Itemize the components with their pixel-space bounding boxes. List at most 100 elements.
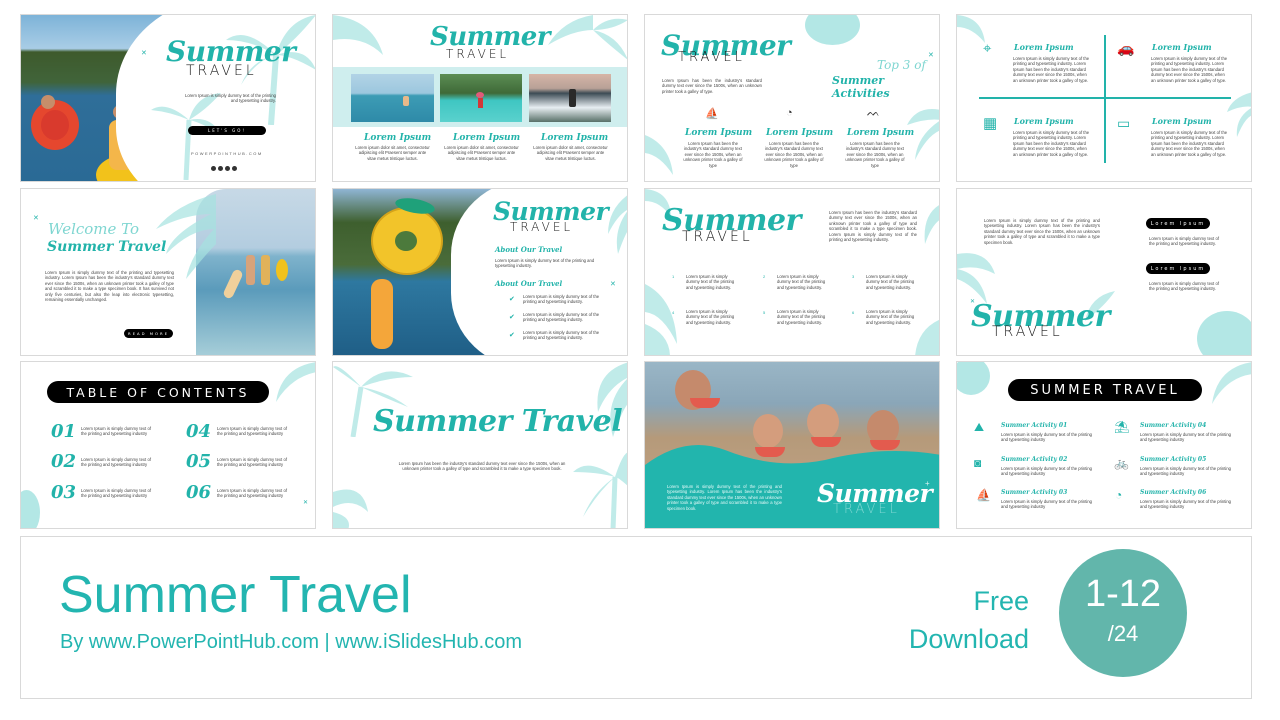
activity-title: Summer Activity 01	[1001, 422, 1068, 429]
close-x-decoration: ✕	[141, 50, 147, 57]
item-text: Lorem Ipsum has been the industry's stan…	[764, 141, 824, 168]
twitter-icon[interactable]	[225, 166, 230, 171]
number-badge: 2	[763, 274, 766, 279]
car-luggage-icon: 🚗	[1117, 40, 1135, 56]
slide-thumbnail-9[interactable]: TABLE OF CONTENTS 01 Lorem Ipsum is simp…	[20, 361, 316, 529]
item-text: Lorem Ipsum is simply dummy text of the …	[777, 274, 826, 290]
toc-text: Lorem Ipsum is simply dummy text of the …	[81, 488, 151, 499]
number-badge: 3	[852, 274, 855, 279]
instagram-icon[interactable]	[211, 166, 216, 171]
section-heading: About Our Travel	[495, 279, 563, 288]
item-text: Lorem Ipsum is simply dummy text of the …	[686, 309, 735, 325]
slide-thumbnail-1[interactable]: Summer TRAVEL Lorem Ipsum is simply dumm…	[20, 14, 316, 182]
slide-body: Lorem Ipsum is simply dummy text of the …	[667, 484, 782, 511]
quadrant-text: Lorem Ipsum is simply dummy text of the …	[1013, 56, 1090, 83]
monstera-leaf-decoration	[805, 15, 860, 45]
check-item-text: Lorem Ipsum is simply dummy text of the …	[523, 294, 600, 305]
surf-photo	[529, 74, 611, 122]
social-icons	[211, 166, 237, 171]
slide-description: Lorem Ipsum is simply dummy text of the …	[185, 93, 276, 104]
toc-text: Lorem Ipsum is simply dummy text of the …	[217, 488, 287, 499]
item-title: Lorem Ipsum	[766, 128, 834, 138]
monstera-leaf-decoration	[21, 490, 40, 528]
mountain-sun-icon: ⛰	[974, 420, 985, 434]
activity-title: Summer Activity 06	[1140, 489, 1207, 496]
camera-icon: ◙	[974, 456, 982, 470]
palm-leaf-decoration	[645, 135, 673, 175]
section-heading-line1: Top 3 of	[877, 58, 926, 72]
slide-body: Lorem Ipsum has been the industry's stan…	[398, 461, 566, 472]
pinterest-icon[interactable]	[232, 166, 237, 171]
check-circle-icon: ✔	[509, 314, 515, 321]
quadrant-text: Lorem Ipsum is simply dummy text of the …	[1013, 130, 1090, 157]
toc-text: Lorem Ipsum is simply dummy text of the …	[81, 426, 151, 437]
card-text: Lorem ipsum dolor sit amet, consectetur …	[355, 145, 430, 161]
intro-text: Lorem Ipsum is simply dummy text of the …	[984, 218, 1100, 245]
number-badge: 5	[763, 310, 766, 315]
lagoon-photo	[440, 74, 522, 122]
activity-title: Summer Activity 05	[1140, 456, 1207, 463]
slide-title: Summer Travel	[373, 404, 623, 439]
palm-tree-decoration	[548, 15, 627, 60]
item-text: Lorem Ipsum is simply dummy text of the …	[777, 309, 826, 325]
section-heading: About Our Travel	[495, 245, 563, 254]
slide-subtitle: TRAVEL	[510, 220, 574, 234]
slide-thumbnail-5[interactable]: Welcome To Summer Travel Lorem Ipsum is …	[20, 188, 316, 356]
pill-text: Lorem Ipsum is simply dummy text of the …	[1149, 281, 1219, 292]
quadrant-text: Lorem Ipsum is simply dummy text of the …	[1151, 56, 1228, 83]
activity-text: Lorem Ipsum is simply dummy text of the …	[1140, 499, 1231, 510]
check-circle-icon: ✔	[509, 332, 515, 339]
free-download-label[interactable]: Free Download	[909, 582, 1029, 658]
slide-subtitle: TRAVEL	[992, 324, 1063, 340]
lets-go-button[interactable]: LET'S GO!	[188, 126, 266, 135]
item-title: Lorem Ipsum	[685, 128, 753, 138]
activity-text: Lorem Ipsum is simply dummy text of the …	[1001, 466, 1092, 477]
toc-text: Lorem Ipsum is simply dummy text of the …	[81, 457, 151, 468]
slide-thumbnail-8[interactable]: Lorem Ipsum is simply dummy text of the …	[956, 188, 1252, 356]
badge-range: 1-12	[1084, 573, 1162, 615]
slide-subtitle: TRAVEL	[833, 502, 900, 517]
toc-number: 01	[51, 421, 77, 442]
quadrant-text: Lorem Ipsum is simply dummy text of the …	[1151, 130, 1228, 157]
item-text: Lorem Ipsum is simply dummy text of the …	[866, 309, 915, 325]
download-label: Download	[908, 624, 1029, 654]
item-text: Lorem Ipsum has been the industry's stan…	[683, 141, 743, 168]
bikini-icon: ᨓ	[867, 107, 881, 119]
close-x-decoration: ✕	[33, 215, 39, 222]
check-item-text: Lorem Ipsum is simply dummy text of the …	[523, 330, 600, 341]
slide-thumbnail-12[interactable]: SUMMER TRAVEL ⛰ Summer Activity 01 Lorem…	[956, 361, 1252, 529]
lorem-ipsum-pill: Lorem Ipsum	[1146, 263, 1210, 274]
slide-thumbnail-11[interactable]: Lorem Ipsum is simply dummy text of the …	[644, 361, 940, 529]
palm-tree-decoration	[573, 452, 627, 528]
number-badge: 1	[672, 274, 675, 279]
toc-text: Lorem Ipsum is simply dummy text of the …	[217, 426, 287, 437]
slide-thumbnail-6[interactable]: Summer TRAVEL About Our Travel Lorem Ips…	[332, 188, 628, 356]
toc-number: 06	[186, 482, 212, 503]
slide-thumbnail-4[interactable]: ⌖ Lorem Ipsum Lorem Ipsum is simply dumm…	[956, 14, 1252, 182]
activity-text: Lorem Ipsum is simply dummy text of the …	[1140, 432, 1231, 443]
read-more-button[interactable]: READ MORE	[124, 329, 173, 338]
free-label: Free	[973, 586, 1029, 616]
slide-subtitle: TRAVEL	[446, 47, 510, 61]
slide-thumbnail-10[interactable]: Summer Travel Lorem Ipsum has been the i…	[332, 361, 628, 529]
palm-leaf-decoration	[924, 205, 939, 244]
card-title: Lorem Ipsum	[364, 133, 432, 143]
welcome-heading-line1: Welcome To	[48, 220, 140, 238]
toc-number: 05	[186, 451, 212, 472]
activity-title: Summer Activity 02	[1001, 456, 1068, 463]
toc-number: 03	[51, 482, 77, 503]
item-text: Lorem Ipsum is simply dummy text of the …	[686, 274, 735, 290]
monstera-leaf-decoration	[1197, 311, 1251, 355]
banner-subtitle[interactable]: By www.PowerPointHub.com | www.iSlidesHu…	[60, 631, 522, 654]
wallet-icon: ▭	[1117, 115, 1131, 131]
slide-thumbnail-7[interactable]: Summer TRAVEL Lorem Ipsum has been the i…	[644, 188, 940, 356]
snorkel-icon: ◔	[1115, 488, 1123, 502]
slide-subtitle: TRAVEL	[678, 50, 745, 65]
facebook-icon[interactable]	[218, 166, 223, 171]
table-of-contents-heading: TABLE OF CONTENTS	[47, 381, 269, 403]
slide-thumbnail-2[interactable]: Summer TRAVEL Lorem Ipsum Lorem ipsum do…	[332, 14, 628, 182]
card-text: Lorem ipsum dolor sit amet, consectetur …	[444, 145, 519, 161]
quadrant-title: Lorem Ipsum	[1014, 116, 1074, 126]
palm-tree-decoration	[957, 253, 995, 304]
slide-thumbnail-3[interactable]: Summer TRAVEL Lorem Ipsum has been the i…	[644, 14, 940, 182]
